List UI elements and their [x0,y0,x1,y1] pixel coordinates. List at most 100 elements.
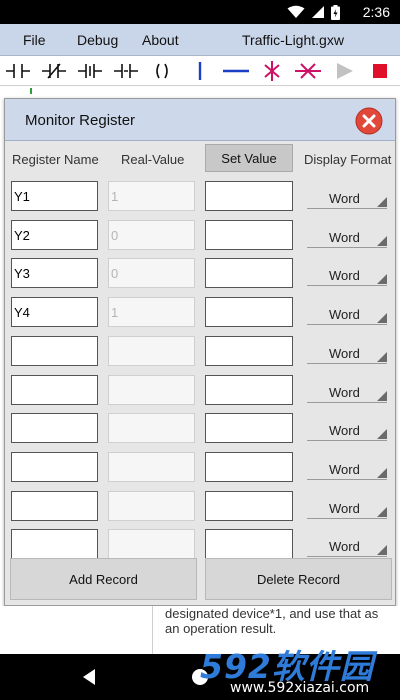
register-row: Word [5,490,395,521]
header-register-name: Register Name [12,152,99,167]
register-name-input[interactable] [11,335,98,366]
set-value-input[interactable] [205,219,293,250]
falling-edge-contact-icon[interactable] [112,59,140,83]
delete-vertical-line-icon[interactable] [258,59,286,83]
back-icon[interactable] [76,664,102,690]
register-row: Y2 0 Word [5,219,395,250]
register-name-input[interactable] [11,490,98,521]
display-format-select[interactable]: Word [307,381,387,403]
display-format-value: Word [329,461,360,477]
menu-about[interactable]: About [142,32,179,48]
wifi-icon [287,5,305,18]
set-value-button[interactable]: Set Value [205,144,293,172]
display-format-select[interactable]: Word [307,226,387,248]
horizontal-line-icon[interactable] [222,59,250,83]
real-value-field [108,335,195,366]
set-value-input[interactable] [205,374,293,405]
set-value-input[interactable] [205,529,293,560]
display-format-value: Word [329,345,360,361]
set-value-input[interactable] [205,258,293,289]
rising-edge-contact-icon[interactable] [76,59,104,83]
coil-icon[interactable] [148,59,176,83]
register-name-input[interactable] [11,413,98,444]
display-format-select[interactable]: Word [307,458,387,480]
display-format-select[interactable]: Word [307,535,387,558]
content-divider [152,606,153,654]
header-real-value: Real-Value [121,152,185,167]
dropdown-arrow-icon [377,467,387,478]
dropdown-arrow-icon [377,274,387,285]
dropdown-arrow-icon [377,197,387,207]
display-format-select[interactable]: Word [307,264,387,287]
vertical-line-icon[interactable] [186,59,214,83]
menu-file[interactable]: File [23,32,46,48]
monitor-register-dialog: Monitor Register Register Name Real-Valu… [4,98,396,606]
register-name-input[interactable]: Y1 [11,181,98,211]
register-row: Y3 0 Word [5,258,395,289]
set-value-input[interactable] [205,181,293,211]
dropdown-arrow-icon [377,506,387,517]
display-format-value: Word [329,539,360,555]
set-value-input[interactable] [205,490,293,521]
menu-debug[interactable]: Debug [77,32,118,48]
status-icons [287,4,340,20]
dropdown-arrow-icon [377,313,387,324]
register-name-input[interactable] [11,451,98,482]
register-row: Word [5,413,395,444]
real-value-field [108,413,195,444]
register-row: Y1 1 Word [5,181,395,211]
display-format-value: Word [329,500,360,516]
stop-icon[interactable] [366,59,394,83]
real-value-field [108,451,195,482]
set-value-input[interactable] [205,451,293,482]
register-row: Word [5,529,395,560]
watermark-url: www.592xiazai.com [230,680,370,696]
dialog-title-bar: Monitor Register [5,99,395,141]
register-row: Y4 1 Word [5,297,395,328]
header-display-format: Display Format [304,152,392,167]
display-format-value: Word [329,384,360,400]
dropdown-arrow-icon [377,351,387,362]
register-name-input[interactable]: Y2 [11,219,98,250]
real-value-field [108,529,195,560]
help-text: designated device*1, and use that as an … [165,606,395,636]
register-name-input[interactable] [11,374,98,405]
real-value-field: 0 [108,258,195,289]
real-value-field [108,490,195,521]
run-icon[interactable] [330,59,358,83]
help-text-line-1: designated device*1, and use that as [165,606,379,621]
set-value-input[interactable] [205,413,293,444]
display-format-select[interactable]: Word [307,497,387,519]
dropdown-arrow-icon [377,390,387,401]
delete-record-button[interactable]: Delete Record [205,558,392,600]
set-value-input[interactable] [205,297,293,328]
ladder-rail [30,88,32,94]
register-name-input[interactable]: Y3 [11,258,98,289]
display-format-select[interactable]: Word [307,342,387,364]
nc-contact-icon[interactable] [40,59,68,83]
register-row: Word [5,374,395,405]
dialog-title: Monitor Register [25,112,136,129]
signal-icon [312,6,324,18]
real-value-field [108,374,195,405]
close-icon[interactable] [355,107,383,135]
status-bar: 2:36 [0,0,400,24]
display-format-value: Word [329,268,360,284]
set-value-input[interactable] [205,335,293,366]
display-format-value: Word [329,191,360,206]
register-row: Word [5,451,395,482]
status-time: 2:36 [362,4,390,20]
watermark: 592软件园 www.592xiazai.com [196,640,396,698]
toolbar [0,56,400,86]
add-record-button[interactable]: Add Record [10,558,197,600]
no-contact-icon[interactable] [4,59,32,83]
help-text-line-2: an operation result. [165,621,277,636]
display-format-select[interactable]: Word [307,419,387,442]
display-format-select[interactable]: Word [307,303,387,326]
register-name-input[interactable]: Y4 [11,297,98,328]
delete-horizontal-line-icon[interactable] [294,59,322,83]
dropdown-arrow-icon [377,545,387,556]
register-name-input[interactable] [11,529,98,560]
display-format-select[interactable]: Word [307,187,387,209]
real-value-field: 1 [108,181,195,211]
